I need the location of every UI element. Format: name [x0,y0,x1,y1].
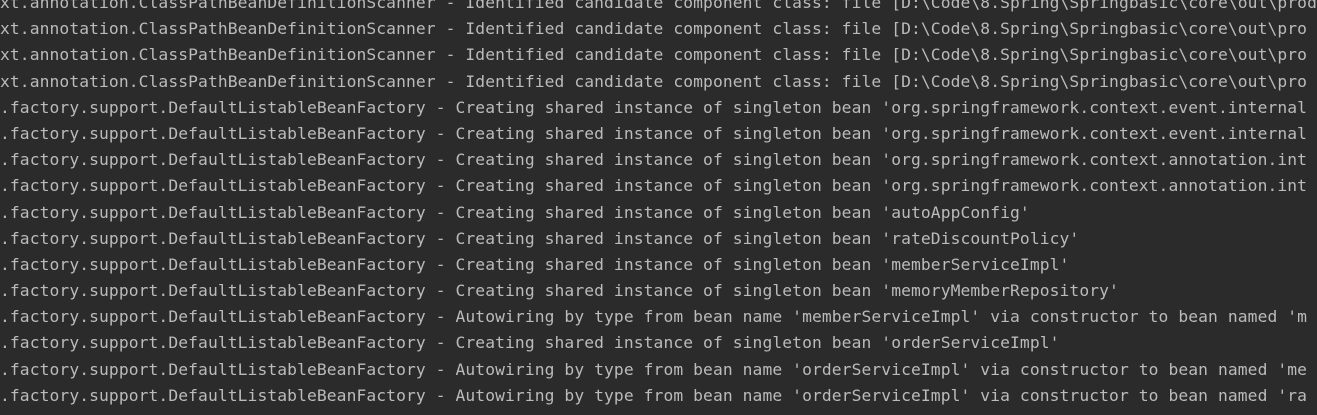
log-line: .factory.support.DefaultListableBeanFact… [0,123,1308,143]
log-line: xt.annotation.ClassPathBeanDefinitionSca… [0,19,1308,39]
log-line: .factory.support.DefaultListableBeanFact… [0,359,1308,379]
log-line: .factory.support.DefaultListableBeanFact… [0,281,1119,301]
log-line: .factory.support.DefaultListableBeanFact… [0,333,1060,353]
log-line: .factory.support.DefaultListableBeanFact… [0,307,1308,327]
log-line: .factory.support.DefaultListableBeanFact… [0,97,1308,117]
log-line: xt.annotation.ClassPathBeanDefinitionSca… [0,45,1308,65]
log-line: xt.annotation.ClassPathBeanDefinitionSca… [0,71,1308,91]
log-line: .factory.support.DefaultListableBeanFact… [0,202,1030,222]
console-output[interactable]: xt.annotation.ClassPathBeanDefinitionSca… [0,0,1317,415]
log-line: .factory.support.DefaultListableBeanFact… [0,254,1070,274]
log-line: xt.annotation.ClassPathBeanDefinitionSca… [0,0,1317,12]
log-line: .factory.support.DefaultListableBeanFact… [0,150,1308,170]
log-line: .factory.support.DefaultListableBeanFact… [0,176,1308,196]
log-line: .factory.support.DefaultListableBeanFact… [0,228,1080,248]
console-log-list: xt.annotation.ClassPathBeanDefinitionSca… [0,0,1317,409]
log-line: .factory.support.DefaultListableBeanFact… [0,385,1308,405]
